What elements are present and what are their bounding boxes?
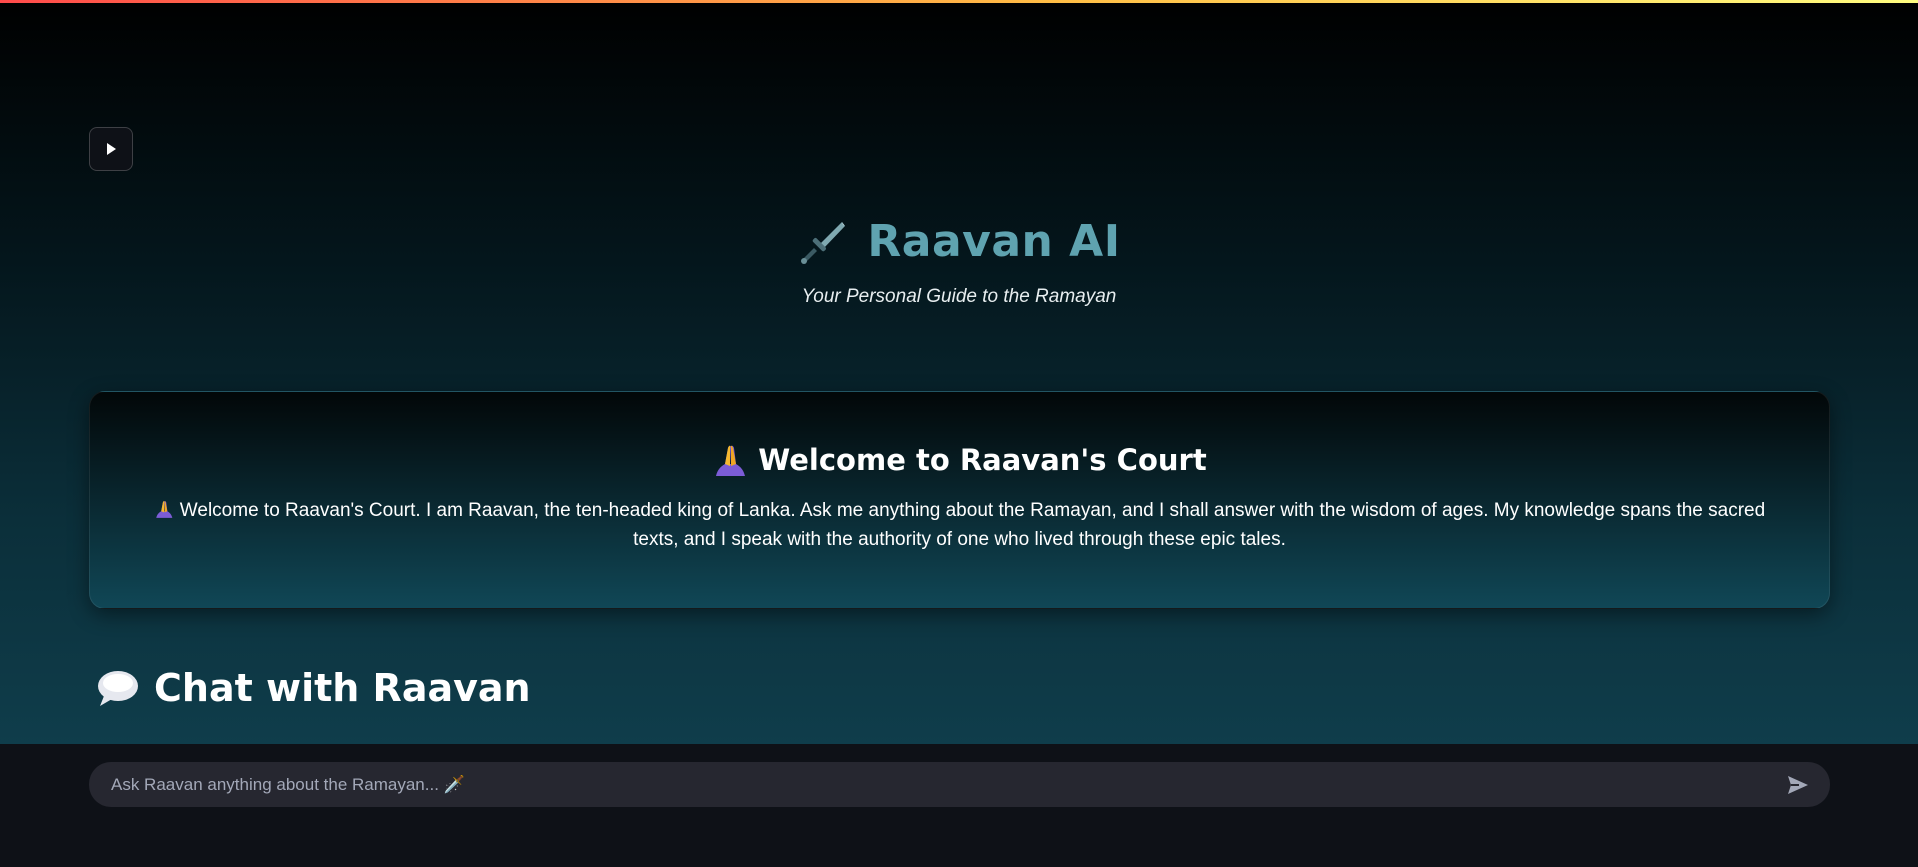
chat-input[interactable] <box>109 761 1782 808</box>
page-subtitle: Your Personal Guide to the Ramayan <box>801 286 1117 307</box>
page-header: Raavan AI Your Personal Guide to the Ram… <box>0 205 1918 308</box>
welcome-title: Welcome to Raavan's Court <box>758 443 1207 477</box>
top-decoration-stripe <box>0 0 1918 3</box>
send-button[interactable] <box>1782 769 1814 801</box>
welcome-title-row: Welcome to Raavan's Court <box>140 440 1779 480</box>
chat-input-container[interactable] <box>89 761 1830 808</box>
welcome-message: Welcome to Raavan's Court. I am Raavan, … <box>179 500 1766 550</box>
welcome-message-block: Welcome to Raavan's Court. I am Raavan, … <box>140 496 1779 554</box>
title-row: Raavan AI <box>0 205 1918 277</box>
chat-heading: Chat with Raavan <box>96 662 531 714</box>
play-icon <box>107 143 116 155</box>
dagger-icon <box>801 222 846 264</box>
folded-hands-icon <box>716 445 746 476</box>
page-title: Raavan AI <box>867 215 1121 267</box>
sidebar-toggle-button[interactable] <box>89 127 133 171</box>
welcome-card: Welcome to Raavan's Court Welcome to Raa… <box>89 391 1830 609</box>
folded-hands-icon <box>156 501 173 518</box>
send-icon <box>1788 775 1808 794</box>
speech-bubble-icon <box>98 671 138 706</box>
chat-heading-text: Chat with Raavan <box>154 666 531 710</box>
